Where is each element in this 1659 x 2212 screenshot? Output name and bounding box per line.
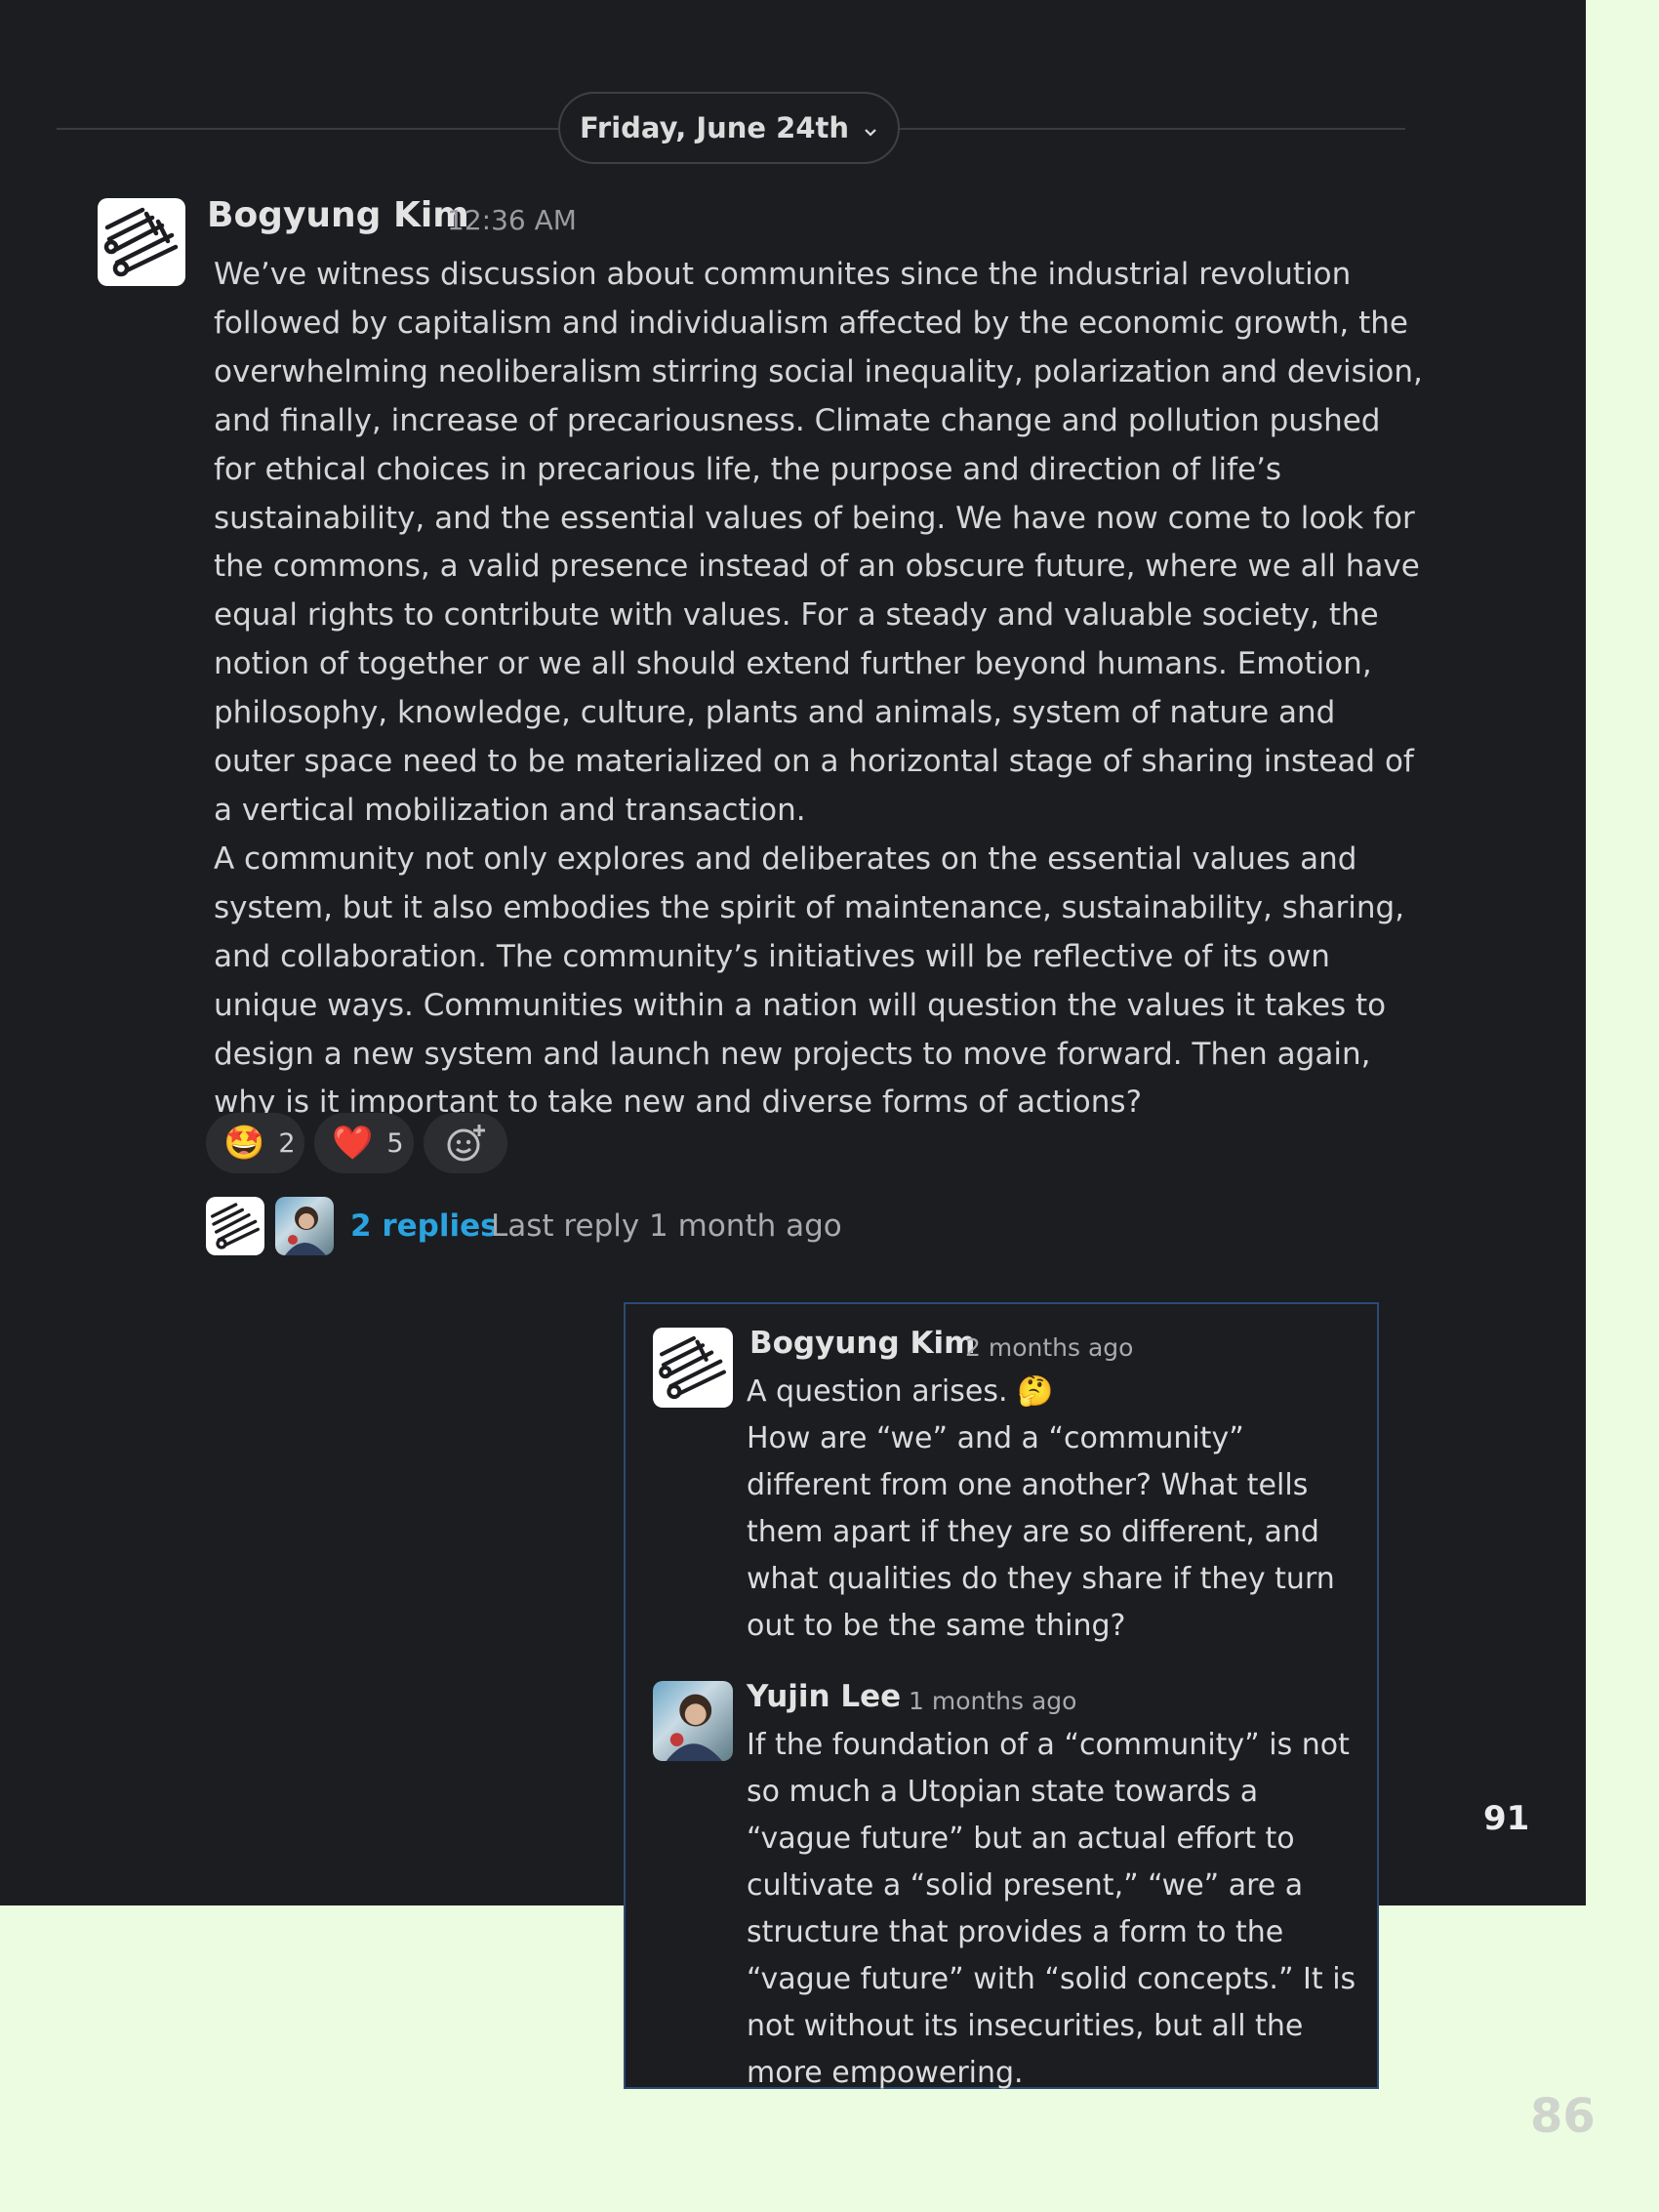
reaction-star-struck[interactable]: 🤩 2 <box>206 1113 304 1173</box>
reply-author-name[interactable]: Yujin Lee <box>747 1679 901 1714</box>
thread-replies-link[interactable]: 2 replies <box>350 1208 499 1244</box>
add-reaction-button[interactable] <box>424 1113 507 1173</box>
date-divider: Friday, June 24th <box>57 92 1405 166</box>
message-paragraph: We’ve witness discussion about communite… <box>214 257 1423 828</box>
star-struck-emoji-icon: 🤩 <box>223 1124 265 1163</box>
reply-paragraph: How are “we” and a “community” different… <box>747 1421 1335 1643</box>
logo-avatar-icon <box>103 207 179 277</box>
avatar[interactable] <box>653 1328 733 1408</box>
page-number: 91 <box>1483 1799 1530 1838</box>
date-label: Friday, June 24th <box>579 111 850 144</box>
reaction-heart[interactable]: ❤️ 5 <box>314 1113 414 1173</box>
thread-panel: Bogyung Kim 2 months ago A question aris… <box>624 1302 1379 2090</box>
person-photo-icon <box>285 1207 326 1255</box>
logo-avatar-icon <box>211 1203 260 1249</box>
avatar[interactable] <box>98 198 185 286</box>
reply-paragraph: If the foundation of a “community” is no… <box>747 1728 1356 2090</box>
reply-paragraph: A question arises. 🤔 <box>747 1374 1054 1409</box>
reply-timestamp[interactable]: 2 months ago <box>965 1333 1133 1362</box>
reply-body: A question arises. 🤔 How are “we” and a … <box>747 1369 1371 1650</box>
page-number: 86 <box>1530 2089 1596 2144</box>
reply-body: If the foundation of a “community” is no… <box>747 1722 1371 2097</box>
message-timestamp[interactable]: 12:36 AM <box>447 204 577 236</box>
chevron-down-icon <box>863 111 878 144</box>
divider-line-left <box>57 128 558 130</box>
heart-emoji-icon: ❤️ <box>332 1124 374 1163</box>
person-photo-icon <box>666 1694 723 1761</box>
logo-avatar-icon <box>659 1335 726 1400</box>
thread-participant-avatar <box>275 1197 334 1255</box>
last-reply-time: Last reply 1 month ago <box>491 1208 842 1244</box>
author-name[interactable]: Bogyung Kim <box>207 195 469 235</box>
reaction-count: 2 <box>278 1127 296 1159</box>
date-jump-button[interactable]: Friday, June 24th <box>558 92 900 164</box>
reply-author-name[interactable]: Bogyung Kim <box>749 1326 975 1361</box>
avatar[interactable] <box>653 1681 733 1761</box>
add-reaction-icon <box>447 1125 485 1162</box>
reaction-count: 5 <box>386 1127 404 1159</box>
thread-participant-avatar <box>206 1197 264 1255</box>
reply-timestamp[interactable]: 1 months ago <box>909 1687 1076 1715</box>
message-paragraph: A community not only explores and delibe… <box>214 840 1405 1121</box>
message-body: We’ve witness discussion about communite… <box>214 251 1424 1127</box>
divider-line-right <box>900 128 1405 130</box>
